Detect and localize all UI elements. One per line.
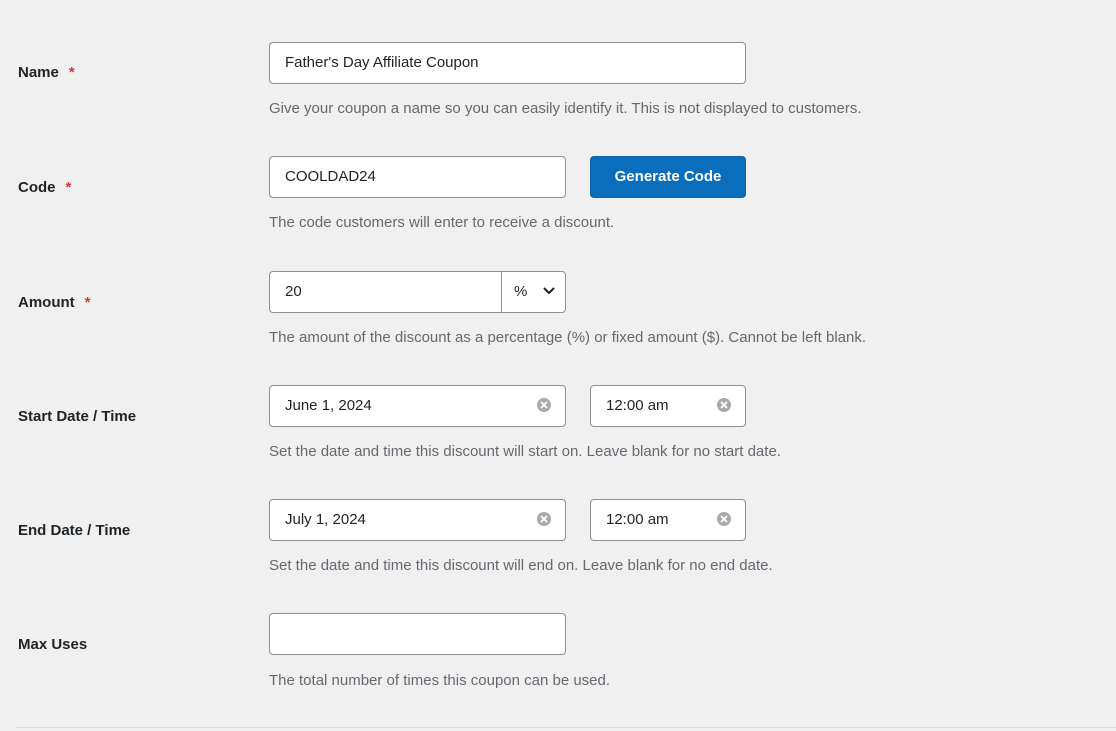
end-label: End Date / Time [18,522,131,539]
clear-icon[interactable] [717,512,731,526]
amount-input[interactable]: 20 [285,272,302,312]
start-date-value: June 1, 2024 [285,397,372,414]
end-date-value: July 1, 2024 [285,511,366,528]
required-marker: * [84,294,91,311]
start-time-input[interactable]: 12:00 am [590,385,746,427]
max-uses-input[interactable] [269,613,566,655]
start-date-input[interactable]: June 1, 2024 [269,385,566,427]
max-uses-label: Max Uses [18,636,88,653]
code-label-text: Code [18,179,56,196]
name-label-text: Name [18,64,59,81]
name-description: Give your coupon a name so you can easil… [269,100,862,117]
end-date-input[interactable]: July 1, 2024 [269,499,566,541]
name-label: Name * [18,64,75,81]
code-description: The code customers will enter to receive… [269,214,615,231]
clear-icon[interactable] [717,398,731,412]
name-input-value: Father's Day Affiliate Coupon [285,54,479,71]
amount-input-group: 20 % [269,271,566,313]
section-divider [16,727,1116,728]
code-input[interactable]: COOLDAD24 [269,156,566,198]
amount-label-text: Amount [18,294,75,311]
required-marker: * [65,179,72,196]
start-description: Set the date and time this discount will… [269,443,781,460]
chevron-down-icon [543,287,555,294]
required-marker: * [68,64,75,81]
max-uses-description: The total number of times this coupon ca… [269,672,611,689]
code-label: Code * [18,179,71,196]
name-input[interactable]: Father's Day Affiliate Coupon [269,42,746,84]
amount-type-value: % [514,283,528,300]
clear-icon[interactable] [537,512,551,526]
start-label: Start Date / Time [18,408,137,425]
start-time-value: 12:00 am [606,397,669,414]
end-time-input[interactable]: 12:00 am [590,499,746,541]
amount-description: The amount of the discount as a percenta… [269,329,867,346]
end-time-value: 12:00 am [606,511,669,528]
amount-type-select[interactable]: % [502,272,565,312]
code-input-value: COOLDAD24 [285,168,376,185]
clear-icon[interactable] [537,398,551,412]
end-description: Set the date and time this discount will… [269,557,773,574]
amount-label: Amount * [18,294,91,311]
generate-code-button[interactable]: Generate Code [590,156,746,198]
